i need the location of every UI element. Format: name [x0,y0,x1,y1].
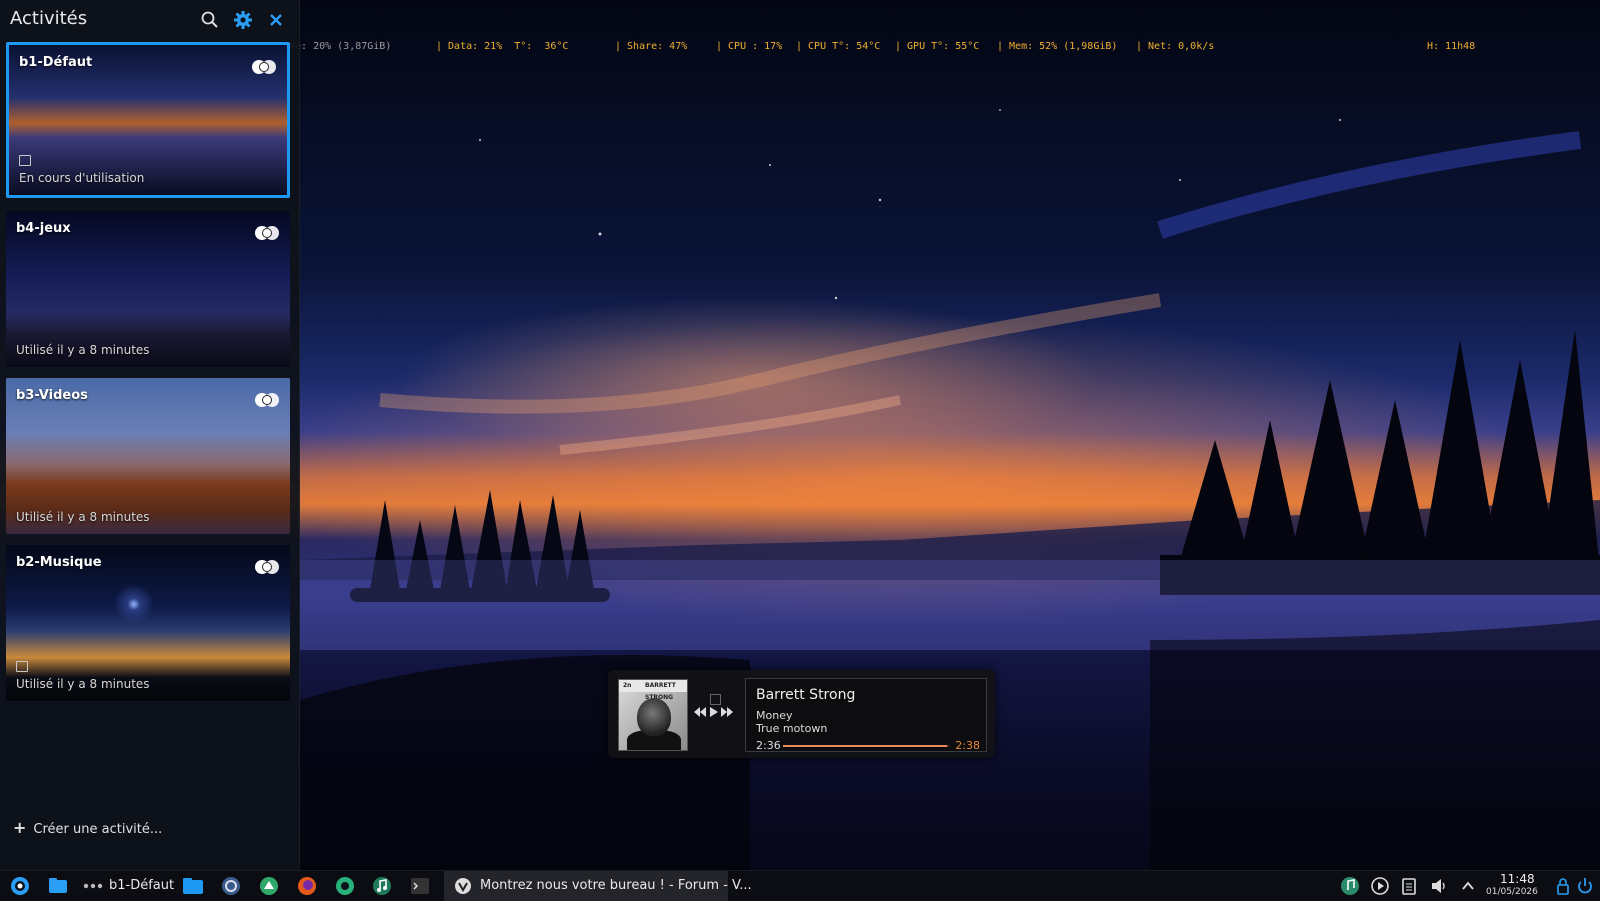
activity-card-b2[interactable]: b2-Musique Utilisé il y a 8 minutes [6,545,290,701]
aperture-icon[interactable] [334,875,356,897]
current-activity-label[interactable]: b1-Défaut [109,878,174,893]
create-activity-button[interactable]: + Créer une activité... [13,818,162,837]
activity-toggle-icon[interactable] [254,225,280,241]
system-monitor-bar: me: 20% (3,87GiB) | Data: 21% T°: 36°C |… [289,41,1489,57]
cpu-usage: | CPU : 17% [716,41,783,52]
track-progress-fill [783,745,947,747]
close-icon[interactable] [266,10,286,30]
window-icon [19,155,31,166]
gear-icon[interactable] [233,10,253,30]
track-progress-bar[interactable] [783,745,949,747]
media-player-widget: 2n BARRETT STRONG Barrett Strong Money T… [608,670,995,758]
net-usage: | Net: 0,0k/s [1136,41,1215,52]
task-window-title: Montrez nous votre bureau ! - Forum - V.… [480,878,752,893]
next-icon[interactable] [721,707,733,717]
activity-toggle-icon[interactable] [254,559,280,575]
activity-name: b2-Musique [16,555,102,570]
mint-icon[interactable] [258,875,280,897]
task-window-button[interactable]: Montrez nous votre bureau ! - Forum - V.… [444,871,752,901]
search-icon[interactable] [200,10,220,30]
mem-usage: | Mem: 52% (1,98GiB) [997,41,1118,52]
activity-status: En cours d'utilisation [19,171,145,185]
previous-icon[interactable] [694,707,706,717]
tray-power-icon[interactable] [1574,875,1596,897]
create-activity-label: Créer une activité... [33,822,163,837]
activity-name: b4-jeux [16,221,71,236]
activity-status: Utilisé il y a 8 minutes [16,677,150,691]
activities-panel: Activités b1-Défaut En cours d'utilisati… [0,0,300,870]
steam-icon[interactable] [220,875,242,897]
activity-card-b1[interactable]: b1-Défaut En cours d'utilisation [6,42,290,198]
data-usage: | Data: 21% T°: 36°C [436,41,569,52]
stop-button[interactable] [710,694,721,705]
activity-toggle-icon[interactable] [251,59,277,75]
uptime: H: 11h48 [1427,41,1476,52]
firefox-icon[interactable] [296,875,318,897]
activity-card-b3[interactable]: b3-Videos Utilisé il y a 8 minutes [6,378,290,534]
tray-music-icon[interactable] [1339,875,1361,897]
activity-toggle-icon[interactable] [254,392,280,408]
clock-date[interactable]: 01/05/2026 [1486,887,1538,897]
tray-expand-icon[interactable] [1457,875,1479,897]
terminal-icon[interactable] [409,875,431,897]
share-usage: | Share: 47% [615,41,688,52]
cover-badge: 2n [623,682,632,689]
activity-card-b4[interactable]: b4-jeux Utilisé il y a 8 minutes [6,211,290,367]
activity-name: b3-Videos [16,388,88,403]
album-cover: 2n BARRETT STRONG [618,679,688,751]
plus-icon: + [13,818,27,837]
track-duration: 2:38 [955,739,980,752]
window-icon [16,661,28,672]
tray-clipboard-icon[interactable] [1398,875,1420,897]
track-album: True motown [756,722,828,735]
tray-volume-icon[interactable] [1428,875,1450,897]
pager-dots-icon[interactable] [82,875,104,897]
activity-status: Utilisé il y a 8 minutes [16,343,150,357]
cover-strip: 2n BARRETT STRONG [619,680,687,701]
activities-title: Activités [10,8,88,29]
folder-icon[interactable] [182,875,204,897]
activity-status: Utilisé il y a 8 minutes [16,510,150,524]
file-manager-icon[interactable] [47,875,69,897]
vivaldi-icon [455,878,471,894]
music-icon[interactable] [371,875,393,897]
home-usage: me: 20% (3,87GiB) [289,41,392,52]
track-artist: Barrett Strong [756,687,856,703]
activity-name: b1-Défaut [19,55,93,70]
tray-play-icon[interactable] [1369,875,1391,897]
track-title: Money [756,709,793,722]
taskbar: b1-Défaut Montrez nous votre bureau ! - … [0,870,1600,901]
tray-lock-icon[interactable] [1552,875,1574,897]
cpu-temp: | CPU T°: 54°C [796,41,881,52]
clock-time[interactable]: 11:48 [1500,872,1535,886]
gpu-temp: | GPU T°: 55°C [895,41,980,52]
track-current-time: 2:36 [756,739,781,752]
kde-launcher-icon[interactable] [9,875,31,897]
track-info: Barrett Strong Money True motown 2:36 2:… [745,678,987,752]
play-icon[interactable] [708,707,720,717]
cover-figure-face [637,698,671,736]
activities-header: Activités [0,0,299,40]
